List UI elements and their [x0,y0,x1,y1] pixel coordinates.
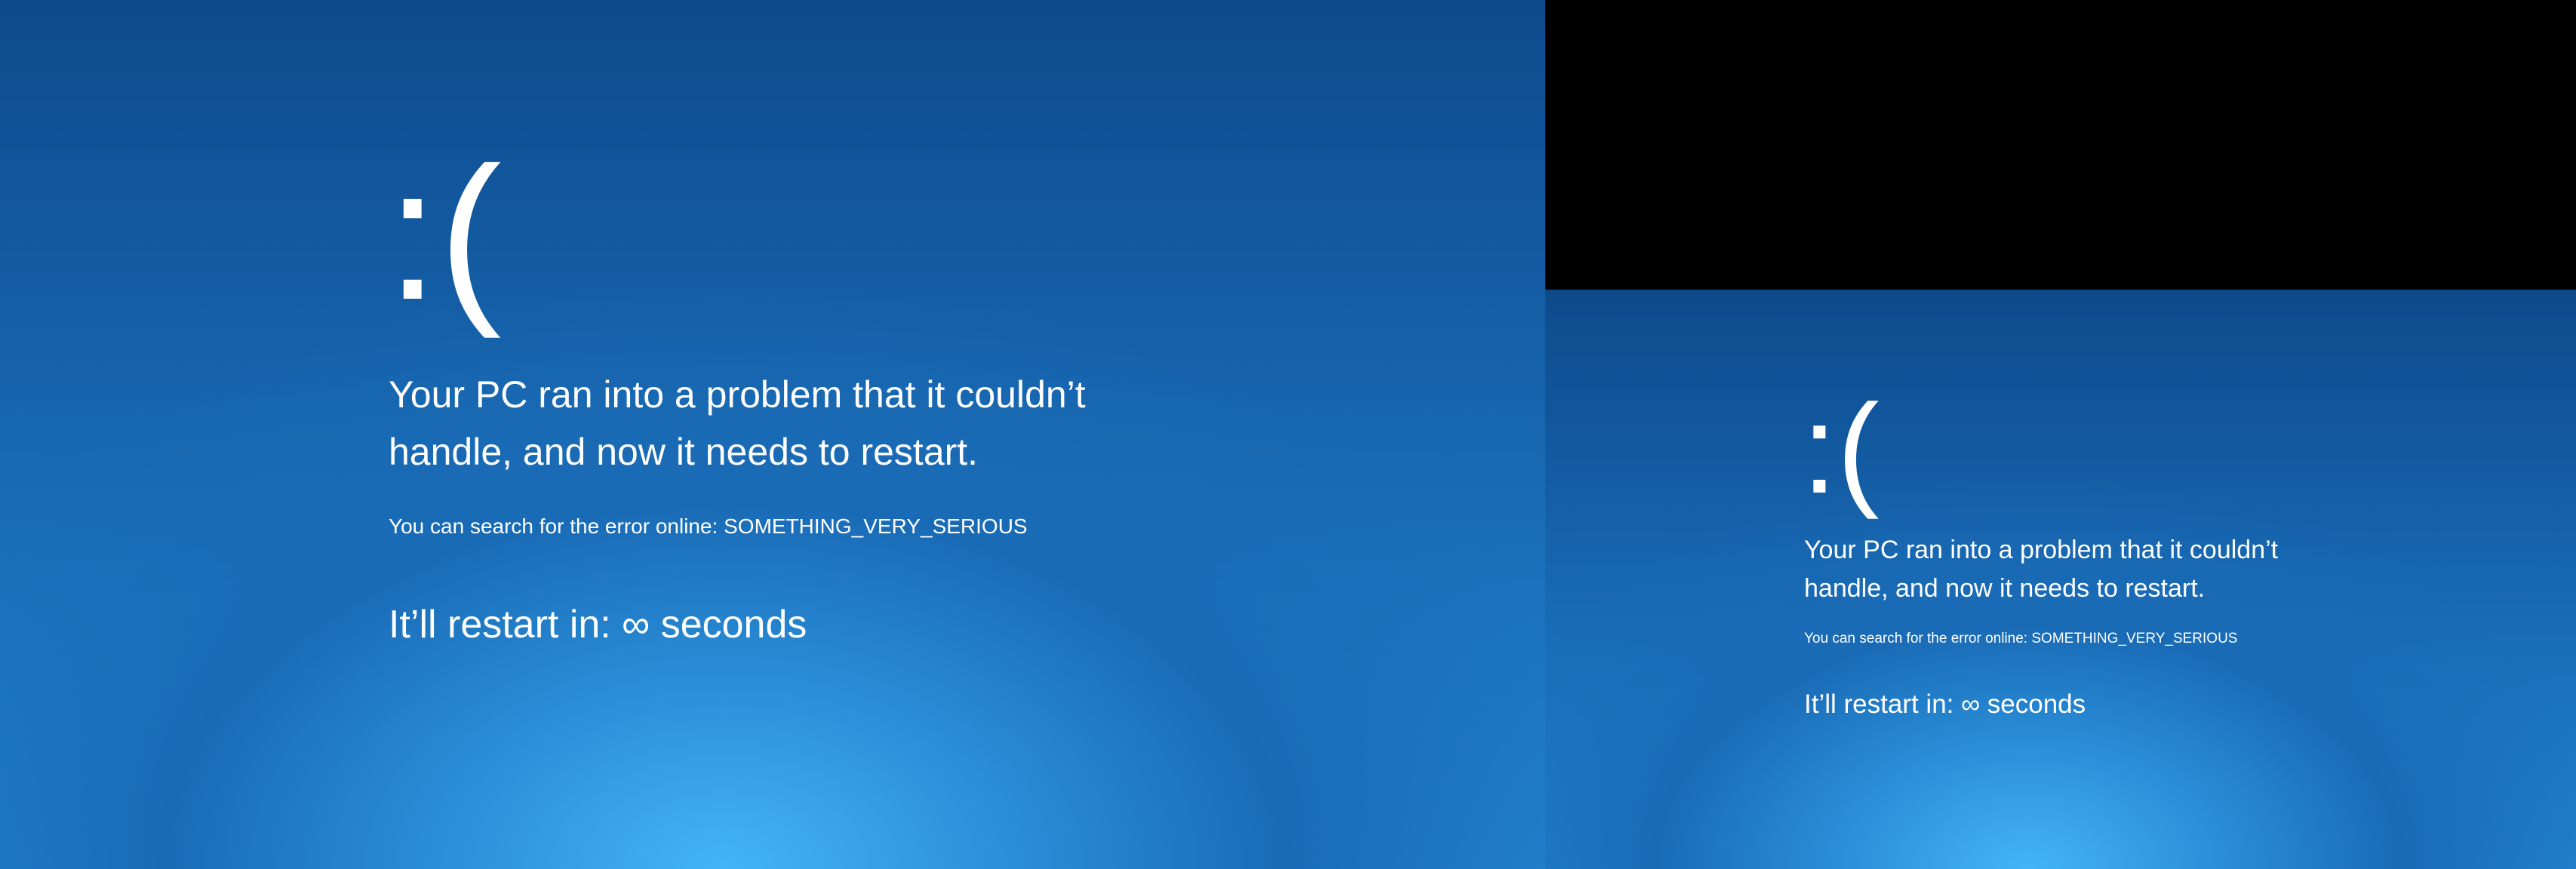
restart-countdown: It’ll restart in: ∞ seconds [1804,689,2086,719]
error-headline-line-2: handle, and now it needs to restart. [1804,574,2206,603]
error-headline: Your PC ran into a problem that it could… [389,366,1086,481]
sad-face-emoticon: :( [386,128,502,339]
primary-display: :( Your PC ran into a problem that it co… [0,0,1545,869]
restart-countdown: It’ll restart in: ∞ seconds [389,603,807,646]
error-code-text: You can search for the error online: SOM… [389,514,1028,538]
error-code-text: You can search for the error online: SOM… [1804,631,2238,646]
sad-face-emoticon: :( [1802,378,1880,520]
secondary-display: :( Your PC ran into a problem that it co… [1545,290,2576,869]
error-headline-line-1: Your PC ran into a problem that it could… [1804,536,2279,564]
error-headline-line-2: handle, and now it needs to restart. [389,431,979,473]
error-headline: Your PC ran into a problem that it could… [1804,531,2278,608]
unused-display-area [1545,0,2576,290]
error-headline-line-1: Your PC ran into a problem that it could… [389,373,1086,416]
